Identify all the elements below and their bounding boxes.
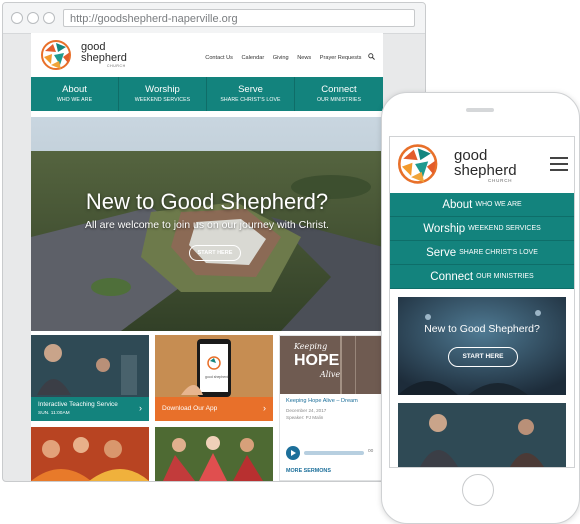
mobile-hero-photo [398,297,566,395]
card-download-app[interactable]: good shepherd Download Our App › [155,335,273,421]
app-title: Download Our App [162,405,218,412]
mobile-nav-serve[interactable]: Serve SHARE CHRIST'S LOVE [390,241,574,265]
church-logo-icon[interactable] [394,143,444,185]
mobile-nav-about[interactable]: About WHO WE ARE [390,193,574,217]
phone-speaker [466,108,494,112]
mobile-brand-shepherd: shepherd [454,162,517,179]
nav-item-worship[interactable]: Worship WEEKEND SERVICES [119,77,207,111]
site-header: good shepherd CHURCH Contact Us Calendar… [31,33,383,77]
window-minimize-button[interactable] [27,12,39,24]
brand-church: CHURCH [107,64,126,68]
church-logo-icon[interactable] [39,39,75,71]
mobile-header: good shepherd CHURCH [390,137,574,191]
kids-costume-photo [31,427,149,481]
play-icon[interactable] [286,446,300,460]
mobile-nav-serve-label: Serve [426,247,457,259]
website-viewport: good shepherd CHURCH Contact Us Calendar… [31,33,383,481]
sermon-speaker: Speaker: PJ Malin [286,415,324,420]
sermon-title[interactable]: Keeping Hope Alive – Dream [286,398,358,404]
mobile-hero-title: New to Good Shepherd? [424,323,540,335]
card-teaching-service[interactable]: Interactive Teaching Service SUN. 11:00A… [31,335,149,421]
mobile-nav-connect[interactable]: Connect OUR MINISTRIES [390,265,574,289]
mobile-nav-about-sublabel: WHO WE ARE [475,201,522,208]
desktop-browser-window: http://goodshepherd-naperville.org good … [2,2,426,482]
mobile-nav-connect-sublabel: OUR MINISTRIES [476,273,534,280]
top-links: Contact Us Calendar Giving News Prayer R… [198,53,375,61]
nav-about-sublabel: WHO WE ARE [56,97,93,103]
top-link-giving[interactable]: Giving [273,55,289,61]
mobile-nav-worship-label: Worship [423,223,466,235]
mobile-nav-worship[interactable]: Worship WEEKEND SERVICES [390,217,574,241]
hero-title: New to Good Shepherd? [85,189,329,214]
mobile-nav-connect-label: Connect [430,271,474,283]
sermon-date: December 24, 2017 [286,408,327,413]
card-sermon: Keeping HOPE Alive Keeping Hope Alive – … [279,335,383,481]
search-icon[interactable] [368,53,375,60]
mobile-hero: New to Good Shepherd? START HERE [398,297,566,395]
window-close-button[interactable] [11,12,23,24]
teaching-caption: Interactive Teaching Service SUN. 11:00A… [31,397,149,421]
sermon-art-bottom: Alive [320,370,341,379]
mobile-screen: good shepherd CHURCH About WHO WE ARE Wor… [389,136,575,468]
browser-toolbar: http://goodshepherd-naperville.org [3,3,425,34]
nav-worship-label: Worship [145,84,180,95]
chevron-right-icon: › [139,403,142,413]
brand-shepherd: shepherd [81,52,127,64]
main-navigation: About WHO WE ARE Worship WEEKEND SERVICE… [31,77,383,111]
nav-connect-sublabel: OUR MINISTRIES [316,97,362,103]
phone-home-button[interactable] [462,474,494,506]
audio-progress-bar[interactable] [304,451,364,455]
top-link-contact[interactable]: Contact Us [205,55,233,61]
teaching-time: SUN. 11:00AM [38,411,70,416]
top-link-calendar[interactable]: Calendar [242,55,265,61]
teaching-title: Interactive Teaching Service [38,401,118,408]
mobile-nav-worship-sublabel: WEEKEND SERVICES [468,225,541,232]
address-bar[interactable]: http://goodshepherd-naperville.org [63,9,415,27]
mobile-nav-serve-sublabel: SHARE CHRIST'S LOVE [459,249,538,256]
top-link-prayer[interactable]: Prayer Requests [320,55,362,61]
mobile-start-here-button[interactable]: START HERE [448,347,518,367]
chevron-right-icon: › [263,403,266,413]
hero-banner: New to Good Shepherd? All are welcome to… [31,117,383,331]
mobile-teaching-photo [398,403,566,467]
sermon-art-mid: HOPE [294,352,340,369]
mobile-brand-church: CHURCH [488,178,513,183]
top-link-news[interactable]: News [297,55,311,61]
nav-about-label: About [62,84,87,95]
nav-item-connect[interactable]: Connect OUR MINISTRIES [295,77,383,111]
hamburger-menu-icon[interactable] [550,157,568,171]
audio-time: 00 [368,449,374,454]
nav-item-about[interactable]: About WHO WE ARE [31,77,119,111]
mobile-nav-about-label: About [442,199,473,211]
nav-serve-sublabel: SHARE CHRIST'S LOVE [220,97,281,103]
address-bar-url: http://goodshepherd-naperville.org [70,13,238,25]
nav-worship-sublabel: WEEKEND SERVICES [134,97,191,103]
hero-subtitle: All are welcome to join us on our journe… [85,219,329,231]
more-sermons-link[interactable]: MORE SERMONS [286,468,331,474]
window-maximize-button[interactable] [43,12,55,24]
app-caption: Download Our App › [155,397,273,421]
nav-item-serve[interactable]: Serve SHARE CHRIST'S LOVE [207,77,295,111]
mobile-brand-good: good [454,147,488,164]
youth-group-photo [155,427,273,481]
sermon-art-top: Keeping [294,342,328,351]
nav-serve-label: Serve [238,84,263,95]
app-screen-brand: good shepherd [205,375,229,379]
hero-start-here-button[interactable]: START HERE [189,245,241,261]
nav-connect-label: Connect [321,84,357,95]
